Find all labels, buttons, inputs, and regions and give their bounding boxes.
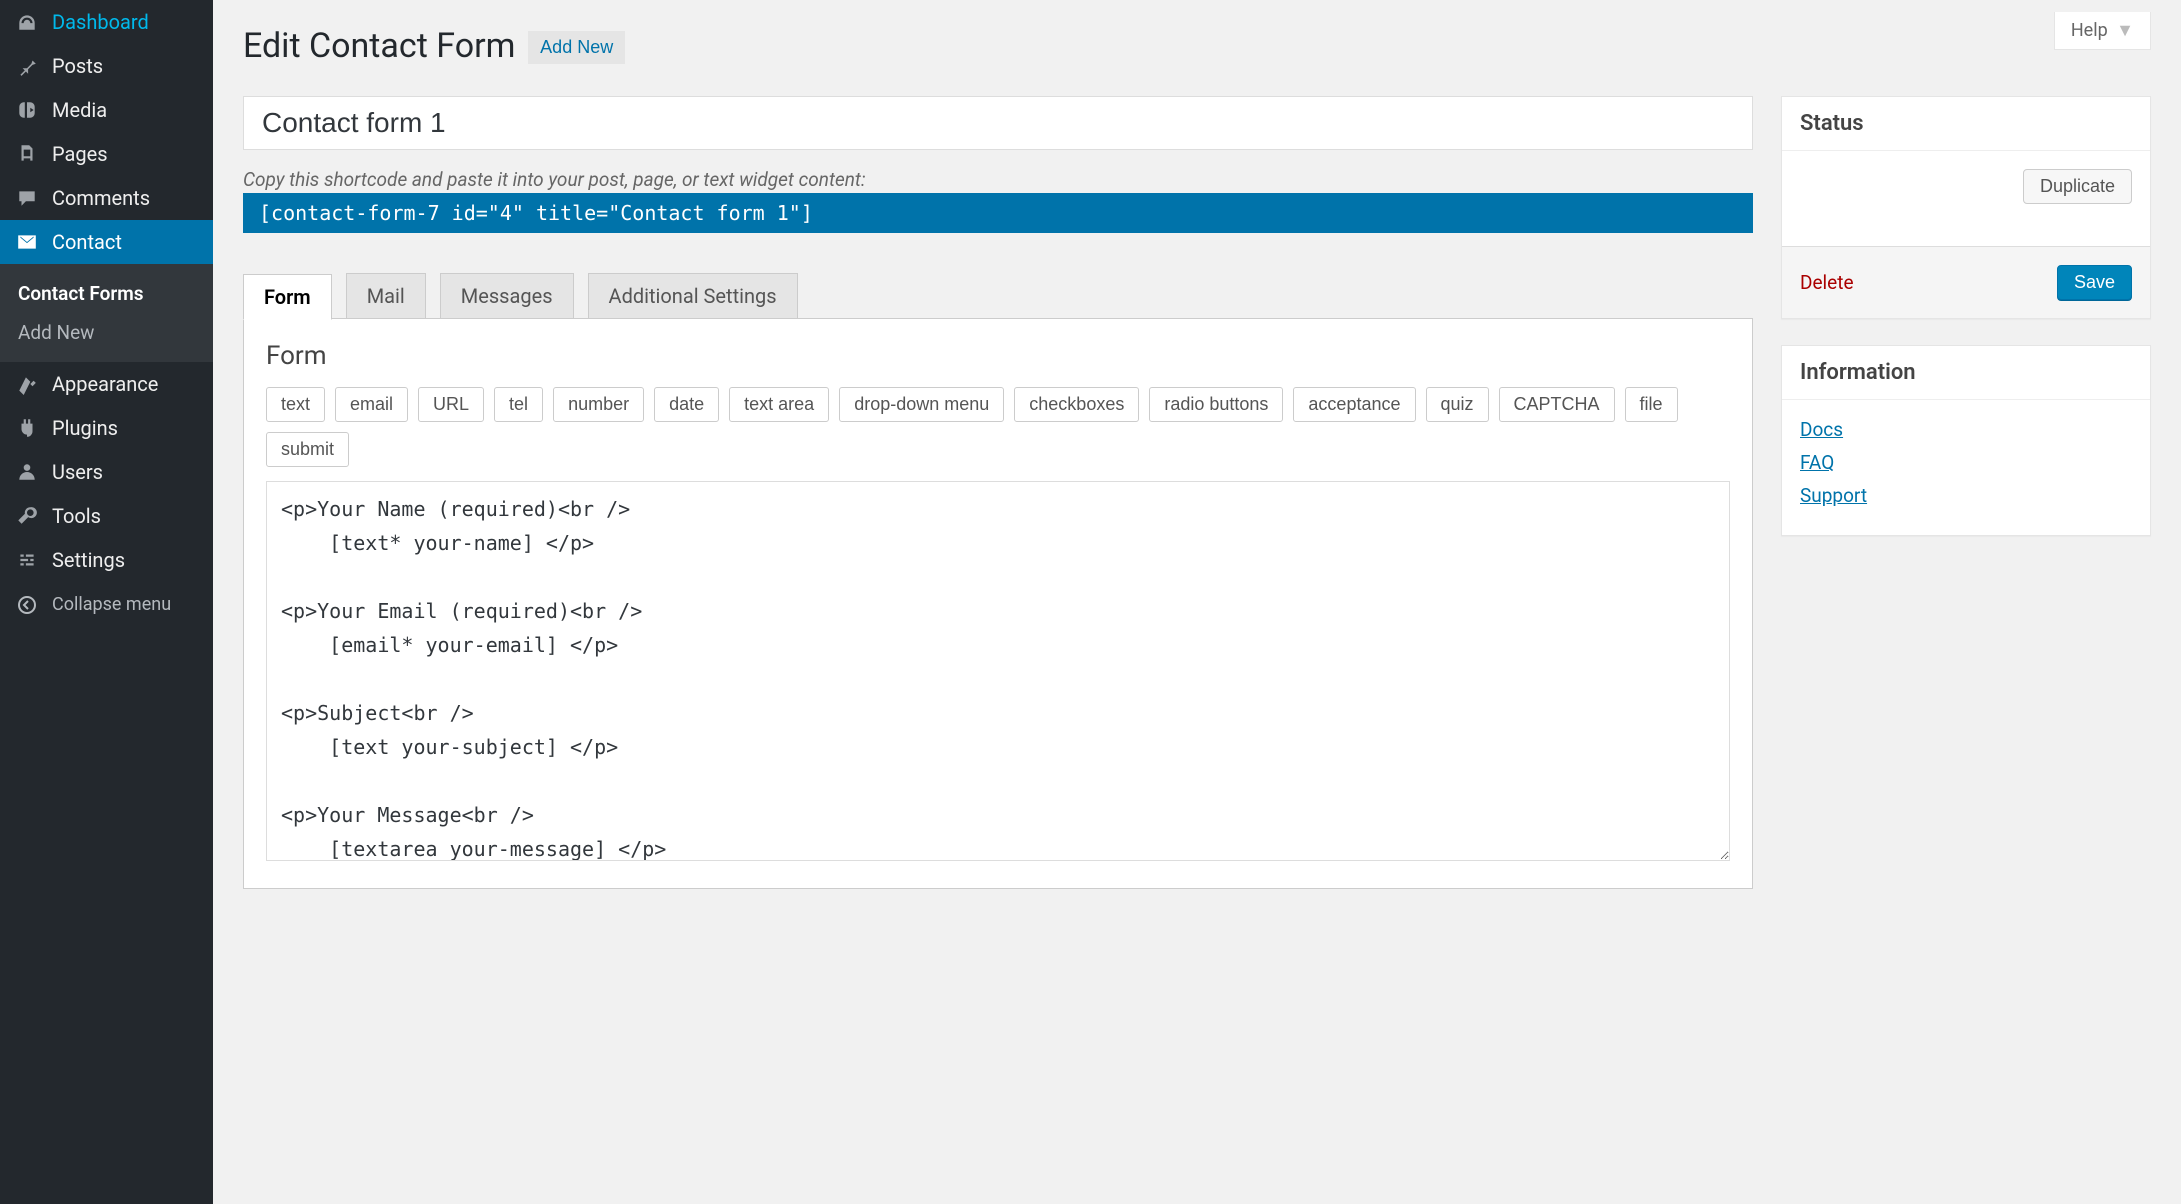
- chevron-down-icon: ▼: [2116, 20, 2134, 41]
- tab-messages[interactable]: Messages: [440, 273, 574, 319]
- comment-icon: [14, 187, 40, 209]
- collapse-icon: [14, 595, 40, 615]
- tag-btn-textarea[interactable]: text area: [729, 387, 829, 422]
- duplicate-button[interactable]: Duplicate: [2023, 169, 2132, 204]
- tag-btn-quiz[interactable]: quiz: [1426, 387, 1489, 422]
- shortcode-hint: Copy this shortcode and paste it into yo…: [243, 168, 1753, 191]
- tools-icon: [14, 505, 40, 527]
- editor-tabs: Form Mail Messages Additional Settings: [243, 273, 1753, 319]
- information-postbox: Information Docs FAQ Support: [1781, 345, 2151, 536]
- form-template-textarea[interactable]: [266, 481, 1730, 861]
- sidebar-item-appearance[interactable]: Appearance: [0, 362, 213, 406]
- tag-btn-number[interactable]: number: [553, 387, 644, 422]
- tag-btn-radio[interactable]: radio buttons: [1149, 387, 1283, 422]
- sidebar-label: Dashboard: [52, 10, 149, 34]
- sidebar-item-users[interactable]: Users: [0, 450, 213, 494]
- users-icon: [14, 461, 40, 483]
- sidebar-item-dashboard[interactable]: Dashboard: [0, 0, 213, 44]
- page-title: Edit Contact Form: [243, 12, 515, 72]
- mail-icon: [14, 231, 40, 253]
- sidebar-submenu-contact: Contact Forms Add New: [0, 264, 213, 362]
- tag-btn-acceptance[interactable]: acceptance: [1293, 387, 1415, 422]
- tag-btn-file[interactable]: file: [1625, 387, 1678, 422]
- media-icon: [14, 99, 40, 121]
- sidebar-label: Pages: [52, 142, 108, 166]
- sidebar-label: Tools: [52, 504, 101, 528]
- tag-button-row: text email URL tel number date text area…: [266, 387, 1730, 467]
- pages-icon: [14, 143, 40, 165]
- save-button[interactable]: Save: [2057, 265, 2132, 300]
- tab-mail[interactable]: Mail: [346, 273, 426, 319]
- sidebar-item-tools[interactable]: Tools: [0, 494, 213, 538]
- dashboard-icon: [14, 11, 40, 33]
- tag-btn-date[interactable]: date: [654, 387, 719, 422]
- sidebar-label: Contact: [52, 230, 122, 254]
- pin-icon: [14, 55, 40, 77]
- sidebar-label: Settings: [52, 548, 125, 572]
- help-tab-button[interactable]: Help ▼: [2054, 12, 2151, 50]
- status-heading: Status: [1782, 97, 2150, 151]
- collapse-label: Collapse menu: [52, 594, 171, 615]
- tag-btn-dropdown[interactable]: drop-down menu: [839, 387, 1004, 422]
- tag-btn-checkboxes[interactable]: checkboxes: [1014, 387, 1139, 422]
- delete-link[interactable]: Delete: [1800, 271, 1854, 294]
- sidebar-label: Posts: [52, 54, 103, 78]
- appearance-icon: [14, 373, 40, 395]
- sidebar-label: Users: [52, 460, 103, 484]
- sidebar-label: Media: [52, 98, 107, 122]
- help-label: Help: [2071, 20, 2108, 41]
- plugins-icon: [14, 417, 40, 439]
- sidebar-item-pages[interactable]: Pages: [0, 132, 213, 176]
- shortcode-display[interactable]: [contact-form-7 id="4" title="Contact fo…: [243, 193, 1753, 233]
- info-link-faq[interactable]: FAQ: [1800, 451, 2132, 474]
- sidebar-label: Plugins: [52, 416, 118, 440]
- sidebar-subitem-add-new[interactable]: Add New: [0, 313, 213, 352]
- status-postbox: Status Duplicate Delete Save: [1781, 96, 2151, 319]
- sidebar-item-settings[interactable]: Settings: [0, 538, 213, 582]
- info-link-docs[interactable]: Docs: [1800, 418, 2132, 441]
- sidebar-item-plugins[interactable]: Plugins: [0, 406, 213, 450]
- tag-btn-submit[interactable]: submit: [266, 432, 349, 467]
- sidebar-item-comments[interactable]: Comments: [0, 176, 213, 220]
- main-content: Help ▼ Edit Contact Form Add New Copy th…: [213, 0, 2181, 1204]
- tag-btn-tel[interactable]: tel: [494, 387, 543, 422]
- tag-btn-email[interactable]: email: [335, 387, 408, 422]
- tag-btn-url[interactable]: URL: [418, 387, 484, 422]
- panel-heading: Form: [266, 341, 1730, 371]
- add-new-button[interactable]: Add New: [528, 31, 625, 64]
- tab-form[interactable]: Form: [243, 274, 332, 320]
- sidebar-label: Comments: [52, 186, 150, 210]
- admin-sidebar: Dashboard Posts Media Pages Comments Con…: [0, 0, 213, 1204]
- sidebar-label: Appearance: [52, 372, 158, 396]
- tab-additional-settings[interactable]: Additional Settings: [588, 273, 798, 319]
- form-title-input[interactable]: [243, 96, 1753, 150]
- sidebar-item-posts[interactable]: Posts: [0, 44, 213, 88]
- tag-btn-captcha[interactable]: CAPTCHA: [1499, 387, 1615, 422]
- sidebar-item-media[interactable]: Media: [0, 88, 213, 132]
- sidebar-item-contact[interactable]: Contact: [0, 220, 213, 264]
- sidebar-subitem-contact-forms[interactable]: Contact Forms: [0, 274, 213, 313]
- collapse-menu-button[interactable]: Collapse menu: [0, 582, 213, 627]
- settings-icon: [14, 549, 40, 571]
- tag-btn-text[interactable]: text: [266, 387, 325, 422]
- tab-panel-form: Form text email URL tel number date text…: [243, 318, 1753, 889]
- info-link-support[interactable]: Support: [1800, 484, 2132, 507]
- information-heading: Information: [1782, 346, 2150, 400]
